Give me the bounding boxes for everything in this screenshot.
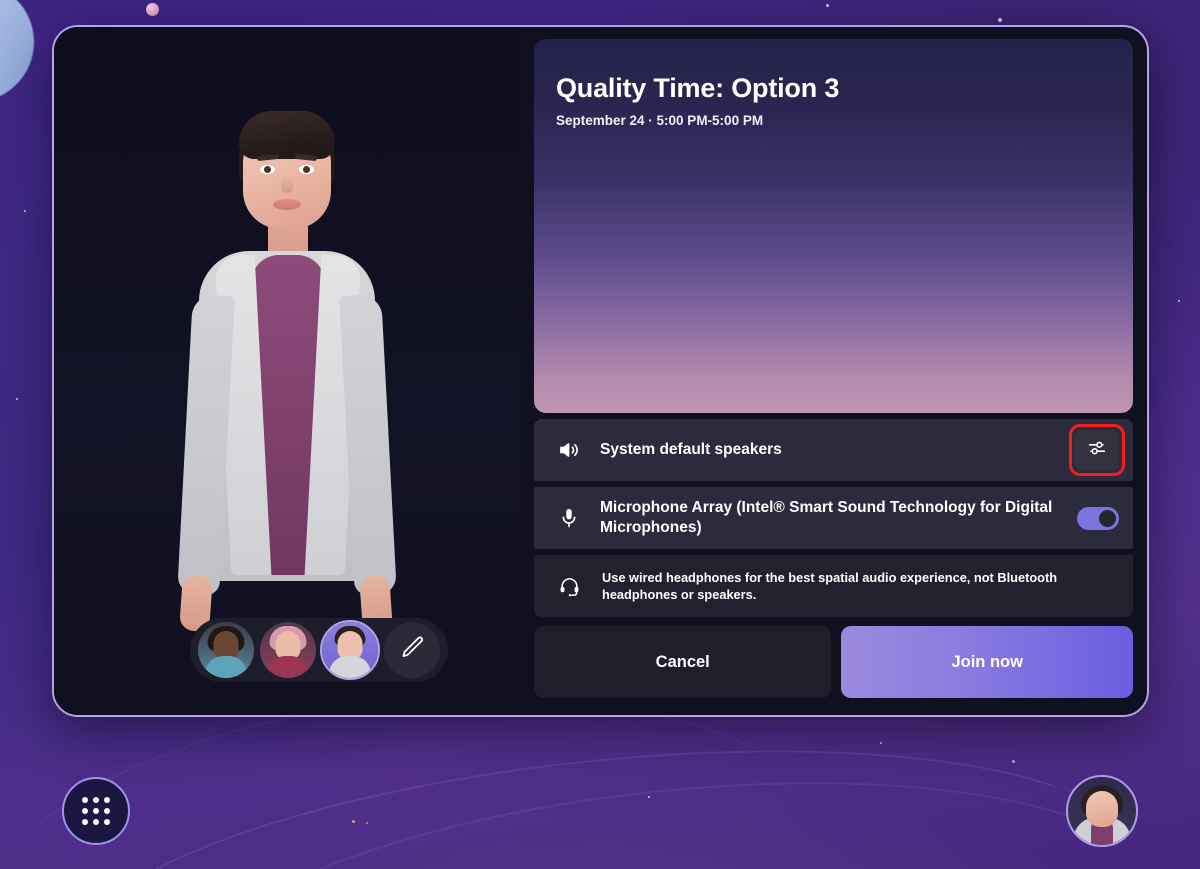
avatar-preview-stage (54, 27, 520, 715)
avatar-thumb-body (267, 656, 309, 678)
speaker-icon (556, 438, 582, 462)
pre-join-dialog: Quality Time: Option 3 September 24 · 5:… (52, 25, 1149, 717)
avatar-nose (281, 177, 293, 193)
toggle-knob (1099, 509, 1116, 527)
spatial-audio-note-text: Use wired headphones for the best spatia… (602, 569, 1058, 602)
microphone-device-row[interactable]: Microphone Array (Intel® Smart Sound Tec… (534, 487, 1133, 549)
meeting-schedule: September 24 · 5:00 PM-5:00 PM (556, 113, 764, 128)
grid-apps-icon (82, 797, 110, 825)
edit-avatar-button[interactable] (384, 622, 440, 678)
star-decoration (880, 742, 882, 744)
planet-small-decoration (146, 3, 159, 16)
speaker-device-label: System default speakers (600, 440, 782, 458)
star-decoration (826, 4, 829, 7)
dialog-actions: Cancel Join now (534, 626, 1133, 698)
pencil-icon (399, 634, 426, 666)
profile-avatar-face (1086, 791, 1118, 827)
meeting-title: Quality Time: Option 3 (556, 73, 840, 103)
desktop-background: Quality Time: Option 3 September 24 · 5:… (0, 0, 1200, 869)
speaker-device-row[interactable]: System default speakers (534, 419, 1133, 481)
avatar-eye-right (299, 165, 314, 174)
avatar-thumb-body (329, 656, 371, 678)
star-decoration (1012, 760, 1015, 763)
avatar-eye-left (260, 165, 275, 174)
star-decoration (352, 820, 355, 823)
cancel-button[interactable]: Cancel (534, 626, 832, 698)
dialog-right-column: Quality Time: Option 3 September 24 · 5:… (520, 27, 1147, 715)
avatar-picker-bar (190, 618, 448, 682)
avatar-option-2[interactable] (260, 622, 316, 678)
apps-grid-button[interactable] (62, 777, 130, 845)
star-decoration (16, 398, 18, 400)
spatial-audio-note: Use wired headphones for the best spatia… (534, 555, 1133, 617)
microphone-toggle[interactable] (1077, 506, 1119, 530)
planet-large-decoration (0, 0, 34, 102)
star-decoration (998, 18, 1002, 22)
taskbar-profile-avatar[interactable] (1066, 775, 1138, 847)
star-decoration (1178, 300, 1180, 302)
star-decoration (648, 796, 650, 798)
sliders-icon (1086, 437, 1108, 464)
avatar-hair-top (239, 111, 335, 159)
microphone-icon (556, 506, 582, 530)
join-now-button[interactable]: Join now (841, 626, 1133, 698)
avatar-option-3[interactable] (320, 620, 380, 680)
meeting-preview-card: Quality Time: Option 3 September 24 · 5:… (534, 39, 1133, 413)
user-avatar-3d (147, 105, 427, 632)
avatar-option-1[interactable] (198, 622, 254, 678)
star-decoration (24, 210, 26, 212)
star-decoration (366, 822, 368, 824)
speaker-settings-button[interactable] (1069, 424, 1125, 476)
headset-icon (556, 575, 582, 598)
microphone-device-label: Microphone Array (Intel® Smart Sound Tec… (600, 498, 1053, 536)
avatar-thumb-body (205, 656, 247, 678)
avatar-mouth (273, 199, 301, 210)
